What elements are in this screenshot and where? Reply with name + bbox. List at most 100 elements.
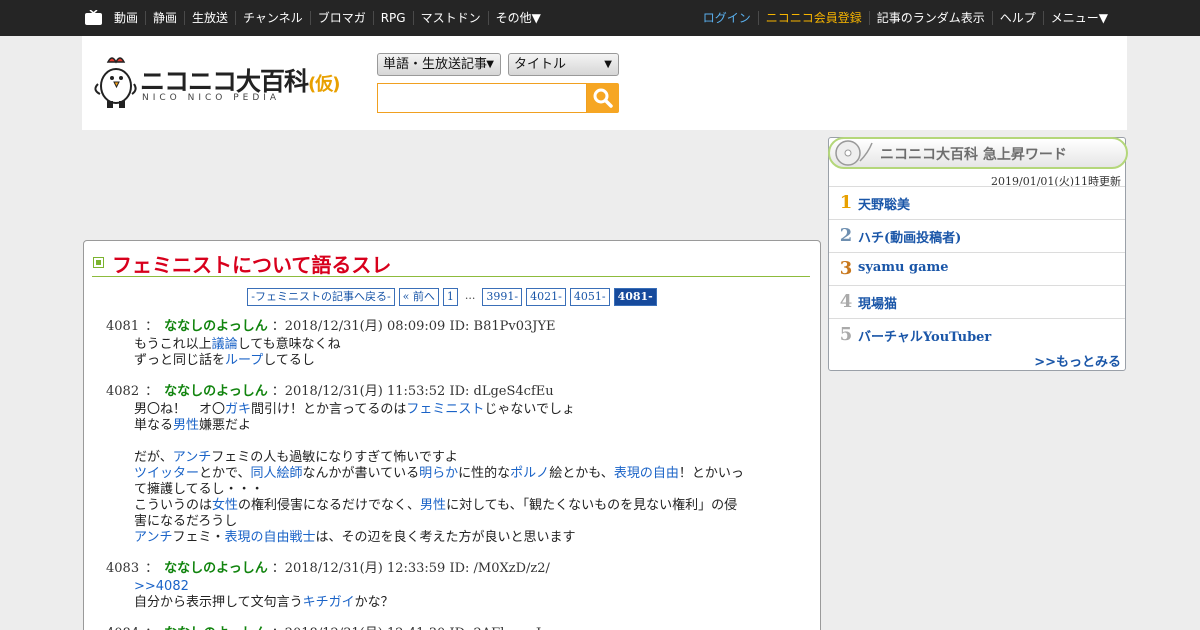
post: 4082 ： ななしのよっしん ：2018/12/31(月) 11:53:52 ID:… bbox=[106, 384, 794, 546]
post-text: フェミの人も過敏になりすぎて怖いですよ bbox=[211, 450, 458, 465]
post-line: ツイッターとかで、同人絵師なんかが書いている明らかに性的なポルノ絵とかも、表現の… bbox=[134, 466, 794, 482]
pager-page-link[interactable]: 4021- bbox=[526, 288, 566, 306]
post-text: とかで、 bbox=[199, 466, 251, 481]
post-line: 単なる男性嫌悪だよ bbox=[134, 418, 794, 434]
post-line: アンチフェミ・表現の自由戦士は、その辺を良く考えた方が良いと思います bbox=[134, 530, 794, 546]
rank-number-icon: 5 bbox=[839, 324, 853, 345]
post-text: もうこれ以上 bbox=[134, 337, 212, 352]
niconico-tv-icon[interactable] bbox=[85, 10, 102, 25]
see-more-link[interactable]: >>もっとみる bbox=[1034, 351, 1121, 370]
nav-live[interactable]: 生放送 bbox=[184, 11, 235, 25]
post-text: 自分から表示押して文句言う bbox=[134, 595, 303, 610]
post-header: 4083 ： ななしのよっしん ：2018/12/31(月) 12:33:59 ID:… bbox=[106, 561, 794, 577]
pager-page-link[interactable]: 4081- bbox=[613, 288, 657, 306]
post-line: 自分から表示押して文句言うキチガイかな？ bbox=[134, 595, 794, 611]
post-number[interactable]: 4081 bbox=[106, 319, 139, 334]
service-nav: 動画 静画 生放送 チャンネル ブロマガ RPG マストドン その他▼ bbox=[107, 0, 548, 36]
bbs-thread-panel: フェミニストについて語るスレ -フェミニストの記事へ戻る- « 前へ 1... 399… bbox=[83, 240, 821, 630]
keyword-link[interactable]: 議論 bbox=[212, 337, 238, 352]
search-button[interactable] bbox=[587, 83, 619, 113]
keyword-link[interactable]: キチガイ bbox=[303, 595, 355, 610]
help-link[interactable]: ヘルプ bbox=[991, 11, 1043, 25]
post-line: て擁護してるし・・・ bbox=[134, 482, 794, 498]
search-icon bbox=[593, 88, 613, 108]
keyword-link[interactable]: >>4082 bbox=[134, 579, 189, 594]
nav-blomaga[interactable]: ブロマガ bbox=[309, 11, 373, 25]
trending-word-link[interactable]: ハチ(動画投稿者) bbox=[858, 227, 961, 246]
keyword-link[interactable]: ガキ bbox=[225, 402, 251, 417]
poster-name: ななしのよっしん bbox=[164, 319, 268, 334]
pager-page-link[interactable]: 1 bbox=[442, 288, 458, 306]
post-text: フェミ・ bbox=[172, 530, 225, 545]
post-separator: ： bbox=[145, 626, 158, 630]
search-type-select[interactable]: 単語・生放送記事 ▼ bbox=[377, 53, 501, 76]
trending-item[interactable]: 2 ハチ(動画投稿者) bbox=[829, 219, 1125, 252]
back-to-article-link[interactable]: -フェミニストの記事へ戻る- bbox=[247, 288, 395, 306]
keyword-link[interactable]: アンチ bbox=[134, 530, 172, 545]
trending-word-link[interactable]: バーチャルYouTuber bbox=[858, 326, 991, 345]
post-line: こういうのは女性の権利侵害になるだけでなく、男性に対しても、「観たくないものを見… bbox=[134, 498, 794, 514]
keyword-link[interactable]: フェミニスト bbox=[406, 402, 484, 417]
pager-page-link[interactable]: 4051- bbox=[569, 288, 610, 306]
prev-page-link[interactable]: « 前へ bbox=[398, 288, 439, 306]
post-body: もうこれ以上議論しても意味なくね ずっと同じ話をループしてるし bbox=[134, 337, 794, 369]
trending-item[interactable]: 1 天野聡美 bbox=[829, 186, 1125, 219]
trending-word-link[interactable]: syamu game bbox=[858, 260, 949, 275]
keyword-link[interactable]: 表現の自由戦士 bbox=[225, 530, 316, 545]
keyword-link[interactable]: 明らか bbox=[419, 466, 458, 481]
post-text: してるし bbox=[263, 353, 315, 368]
login-link[interactable]: ログイン bbox=[696, 11, 758, 25]
nav-douga[interactable]: 動画 bbox=[107, 11, 145, 25]
post-meta: ：2018/12/31(月) 12:41:30 ID: 2AFlnaoeJr bbox=[272, 626, 548, 630]
keyword-link[interactable]: 男性 bbox=[420, 498, 446, 513]
search-input[interactable] bbox=[377, 83, 587, 113]
search-field-select[interactable]: タイトル ▼ bbox=[508, 53, 619, 76]
menu-dropdown[interactable]: メニュー▼ bbox=[1042, 11, 1115, 25]
trending-title: ニコニコ大百科 急上昇ワード bbox=[880, 147, 1067, 163]
keyword-link[interactable]: 女性 bbox=[212, 498, 238, 513]
random-article-link[interactable]: 記事のランダム表示 bbox=[868, 11, 992, 25]
trending-item[interactable]: 5 バーチャルYouTuber bbox=[829, 318, 1125, 351]
poster-name: ななしのよっしん bbox=[164, 626, 268, 630]
logo-subtitle: NICO NICO PEDIA bbox=[142, 93, 281, 103]
pager-page-link[interactable]: 3991- bbox=[482, 288, 523, 306]
nav-mastodon[interactable]: マストドン bbox=[412, 11, 488, 25]
post-text: 男〇ね！ オ〇 bbox=[134, 402, 226, 417]
keyword-link[interactable]: ツイッター bbox=[134, 466, 199, 481]
keyword-link[interactable]: ループ bbox=[225, 353, 263, 368]
post-text: 害になるだろうし bbox=[134, 514, 238, 529]
nicopedia-logo[interactable]: ニコニコ大百科(仮) NICO NICO PEDIA bbox=[92, 54, 354, 112]
post-separator: ： bbox=[145, 561, 159, 576]
post-text: 絵とかも、 bbox=[549, 466, 614, 481]
trending-item[interactable]: 4 現場猫 bbox=[829, 285, 1125, 318]
register-link[interactable]: ニコニコ会員登録 bbox=[757, 11, 869, 25]
post-header: 4084 ： ななしのよっしん ：2018/12/31(月) 12:41:30 ID:… bbox=[106, 626, 794, 630]
rank-number-icon: 1 bbox=[839, 192, 853, 213]
trending-word-link[interactable]: 現場猫 bbox=[858, 293, 897, 312]
account-nav: ログイン ニコニコ会員登録 記事のランダム表示 ヘルプ メニュー▼ bbox=[696, 0, 1115, 36]
post-meta: ：2018/12/31(月) 11:53:52 ID: dLgeS4cfEu bbox=[271, 384, 554, 399]
keyword-link[interactable]: 同人絵師 bbox=[251, 466, 303, 481]
post-line: ずっと同じ話をループしてるし bbox=[134, 353, 794, 369]
post-header: 4082 ： ななしのよっしん ：2018/12/31(月) 11:53:52 ID:… bbox=[106, 384, 794, 400]
post-number[interactable]: 4083 bbox=[106, 561, 139, 576]
thread-title: フェミニストについて語るスレ bbox=[112, 253, 392, 277]
trending-word-link[interactable]: 天野聡美 bbox=[858, 194, 910, 213]
keyword-link[interactable]: ポルノ bbox=[510, 466, 549, 481]
nav-others-menu[interactable]: その他▼ bbox=[487, 11, 548, 25]
post-line: だが、アンチフェミの人も過敏になりすぎて怖いですよ bbox=[134, 450, 794, 466]
post-line: 害になるだろうし bbox=[134, 514, 794, 530]
nav-rpg[interactable]: RPG bbox=[372, 11, 413, 25]
nav-channel[interactable]: チャンネル bbox=[235, 11, 310, 25]
post-text: て擁護してるし・・・ bbox=[134, 482, 264, 497]
trending-item[interactable]: 3 syamu game bbox=[829, 252, 1125, 285]
rank-number-icon: 2 bbox=[839, 225, 853, 246]
keyword-link[interactable]: 表現の自由 bbox=[614, 466, 679, 481]
nav-seiga[interactable]: 静画 bbox=[145, 11, 184, 25]
keyword-link[interactable]: 男性 bbox=[173, 418, 199, 433]
post-number[interactable]: 4084 bbox=[106, 626, 139, 630]
title-bullet-icon bbox=[93, 257, 104, 268]
keyword-link[interactable]: アンチ bbox=[173, 450, 211, 465]
post-number[interactable]: 4082 bbox=[106, 384, 139, 399]
post-line: もうこれ以上議論しても意味なくね bbox=[134, 337, 794, 353]
